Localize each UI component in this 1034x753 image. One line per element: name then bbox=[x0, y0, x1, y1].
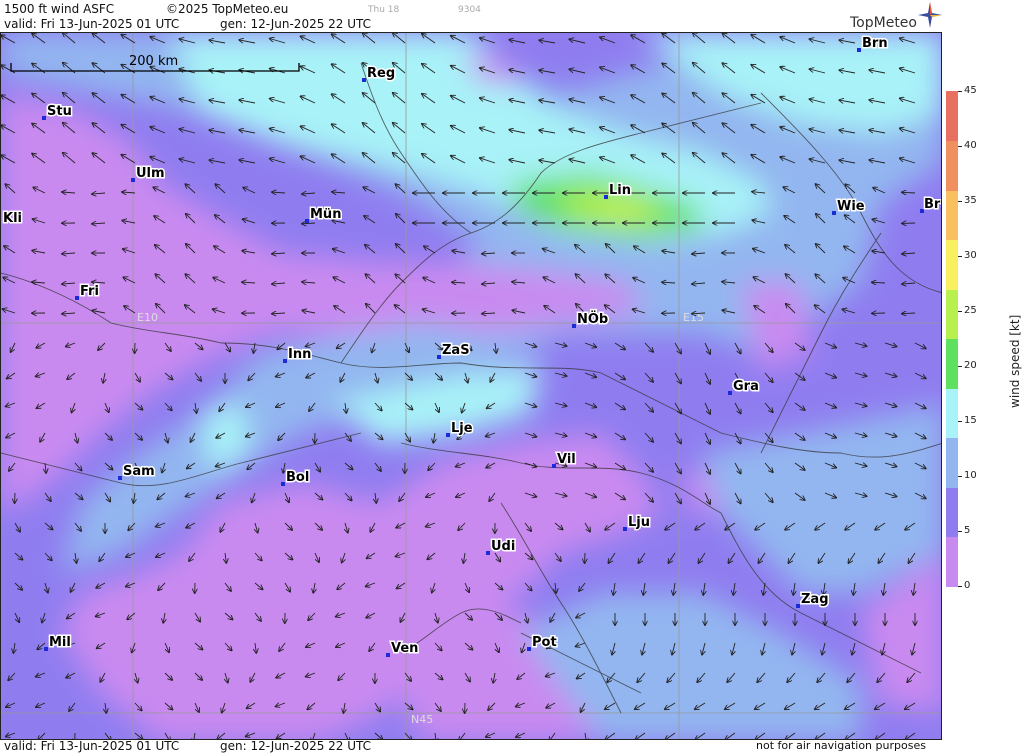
svg-text:Kli: Kli bbox=[3, 211, 22, 226]
svg-text:Lju: Lju bbox=[628, 515, 650, 530]
colorbar-tick-mark bbox=[958, 586, 962, 587]
colorbar-tick-mark bbox=[958, 146, 962, 147]
city-zag[interactable]: Zag bbox=[796, 591, 830, 609]
svg-text:Zag: Zag bbox=[801, 592, 829, 607]
colorbar-tick-mark bbox=[958, 476, 962, 477]
colorbar-tick-label: 10 bbox=[964, 470, 977, 481]
topmeteo-logo-icon bbox=[918, 2, 942, 28]
city-nob[interactable]: NÖb bbox=[572, 310, 610, 329]
city-zas[interactable]: ZaS bbox=[437, 342, 471, 360]
footer-valid-time: valid: Fri 13-Jun-2025 01 UTC bbox=[4, 739, 180, 753]
copyright-text: ©2025 TopMeteo.eu bbox=[166, 2, 289, 16]
wind-map[interactable]: E10 E15 N45 200 km Stu Ulm Kli Mün Reg B… bbox=[0, 32, 942, 740]
colorbar-segment bbox=[946, 91, 958, 141]
city-reg[interactable]: Reg bbox=[362, 65, 397, 83]
svg-text:Br: Br bbox=[924, 197, 941, 212]
valid-time: valid: Fri 13-Jun-2025 01 UTC bbox=[4, 17, 180, 31]
city-gra[interactable]: Gra bbox=[728, 378, 760, 396]
colorbar-tick-label: 30 bbox=[964, 250, 977, 261]
faint-text: Thu 18 bbox=[368, 5, 400, 15]
city-mun[interactable]: Mün bbox=[305, 206, 343, 224]
colorbar-title: wind speed [kt] bbox=[1008, 314, 1022, 408]
svg-text:Ven: Ven bbox=[391, 641, 418, 656]
wind-map-canvas: E10 E15 N45 200 km Stu Ulm Kli Mün Reg B… bbox=[1, 33, 941, 739]
grid-label-e10: E10 bbox=[137, 311, 158, 324]
city-br[interactable]: Br bbox=[920, 196, 941, 214]
colorbar-tick-label: 40 bbox=[964, 140, 977, 151]
svg-text:Mil: Mil bbox=[49, 635, 71, 650]
colorbar-segment bbox=[946, 487, 958, 537]
svg-text:Fri: Fri bbox=[80, 284, 99, 299]
city-brn[interactable]: Brn bbox=[857, 35, 889, 53]
colorbar-tick-mark bbox=[958, 256, 962, 257]
city-pot[interactable]: Pot bbox=[527, 634, 558, 652]
colorbar-tick-mark bbox=[958, 201, 962, 202]
city-ven[interactable]: Ven bbox=[386, 640, 420, 658]
city-kli[interactable]: Kli bbox=[2, 210, 24, 228]
svg-text:Lje: Lje bbox=[451, 421, 473, 436]
disclaimer-text: not for air navigation purposes bbox=[756, 739, 926, 752]
city-inn[interactable]: Inn bbox=[283, 346, 313, 364]
svg-text:Mün: Mün bbox=[310, 207, 341, 222]
svg-text:Sam: Sam bbox=[123, 464, 155, 479]
city-stu[interactable]: Stu bbox=[42, 103, 73, 121]
colorbar-tick-label: 15 bbox=[964, 415, 977, 426]
svg-text:Udi: Udi bbox=[491, 539, 515, 554]
city-sam[interactable]: Sam bbox=[118, 463, 156, 481]
svg-text:NÖb: NÖb bbox=[577, 311, 608, 327]
city-lju[interactable]: Lju bbox=[623, 514, 652, 532]
colorbar-tick-mark bbox=[958, 91, 962, 92]
svg-text:Gra: Gra bbox=[733, 379, 759, 394]
colorbar-tick-label: 20 bbox=[964, 360, 977, 371]
colorbar-tick-label: 45 bbox=[964, 85, 977, 96]
city-udi[interactable]: Udi bbox=[486, 538, 517, 556]
colorbar-segment bbox=[946, 338, 958, 389]
city-lin[interactable]: Lin bbox=[604, 182, 633, 200]
svg-text:Inn: Inn bbox=[288, 347, 311, 362]
colorbar-segment bbox=[946, 289, 958, 339]
scale-bar-label: 200 km bbox=[129, 54, 178, 69]
svg-text:Brn: Brn bbox=[862, 36, 888, 51]
city-mil[interactable]: Mil bbox=[44, 634, 72, 652]
topmeteo-logo-text: TopMeteo bbox=[850, 15, 917, 31]
city-ulm[interactable]: Ulm bbox=[131, 165, 166, 183]
colorbar-segment bbox=[946, 388, 958, 438]
generated-time: gen: 12-Jun-2025 22 UTC bbox=[220, 17, 372, 31]
city-wie[interactable]: Wie bbox=[832, 198, 866, 216]
colorbar-tick-mark bbox=[958, 421, 962, 422]
colorbar-tick-mark bbox=[958, 531, 962, 532]
svg-text:Ulm: Ulm bbox=[136, 166, 165, 181]
map-title: 1500 ft wind ASFC bbox=[4, 2, 115, 16]
svg-text:Pot: Pot bbox=[532, 635, 557, 650]
faint-text: 9304 bbox=[458, 5, 481, 15]
colorbar-tick-label: 0 bbox=[964, 580, 971, 591]
colorbar-tick-label: 5 bbox=[964, 525, 971, 536]
colorbar-segment bbox=[946, 140, 958, 191]
svg-text:Stu: Stu bbox=[47, 104, 72, 119]
svg-text:Lin: Lin bbox=[609, 183, 631, 198]
footer-generated-time: gen: 12-Jun-2025 22 UTC bbox=[220, 739, 372, 753]
colorbar-tick-label: 35 bbox=[964, 195, 977, 206]
svg-text:Reg: Reg bbox=[367, 66, 395, 81]
svg-text:ZaS: ZaS bbox=[442, 343, 470, 358]
city-bol[interactable]: Bol bbox=[281, 469, 311, 487]
colorbar-tick-mark bbox=[958, 311, 962, 312]
colorbar-segment bbox=[946, 536, 958, 587]
colorbar-tick-label: 25 bbox=[964, 305, 977, 316]
colorbar-tick-mark bbox=[958, 366, 962, 367]
wind-speed-colorbar bbox=[946, 91, 958, 587]
svg-text:Vil: Vil bbox=[557, 452, 576, 467]
colorbar-segment bbox=[946, 190, 958, 240]
svg-text:Bol: Bol bbox=[286, 470, 309, 485]
grid-label-n45: N45 bbox=[411, 713, 433, 726]
colorbar-segment bbox=[946, 437, 958, 488]
svg-text:Wie: Wie bbox=[837, 199, 865, 214]
colorbar-segment bbox=[946, 239, 958, 290]
